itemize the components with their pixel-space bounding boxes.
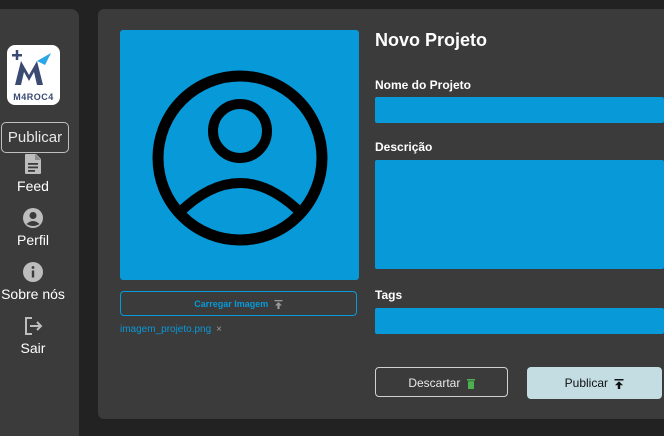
upload-image-label: Carregar Imagem xyxy=(194,299,269,309)
description-textarea[interactable] xyxy=(375,160,664,269)
upload-icon xyxy=(274,300,283,310)
tags-input[interactable] xyxy=(375,308,664,334)
sidebar-item-feed[interactable]: Feed xyxy=(0,153,66,194)
sidebar-item-sobre[interactable]: Sobre nós xyxy=(0,261,66,302)
sidebar-item-label: Sair xyxy=(20,340,46,356)
sidebar-item-label: Perfil xyxy=(17,232,49,248)
sidebar-publish-button[interactable]: Publicar xyxy=(1,122,69,153)
info-icon xyxy=(23,262,43,282)
uploaded-file: imagem_projeto.png × xyxy=(120,324,222,335)
upload-image-button[interactable]: Carregar Imagem xyxy=(120,291,357,316)
file-name-text: imagem_projeto.png xyxy=(120,324,212,335)
discard-label: Descartar xyxy=(408,376,461,390)
logo-text: M4ROC4 xyxy=(13,92,54,102)
trash-icon xyxy=(466,378,475,389)
upload-icon xyxy=(614,378,624,389)
app-logo[interactable]: M4ROC4 xyxy=(7,45,60,105)
sidebar: M4ROC4 Publicar Feed Perfil Sobre nós Sa… xyxy=(0,9,79,436)
sidebar-item-perfil[interactable]: Perfil xyxy=(0,207,66,248)
publish-button[interactable]: Publicar xyxy=(527,367,662,399)
document-icon xyxy=(25,154,41,174)
remove-file-icon[interactable]: × xyxy=(216,324,222,335)
sidebar-item-sair[interactable]: Sair xyxy=(0,315,66,356)
publish-label: Publicar xyxy=(564,376,608,390)
discard-button[interactable]: Descartar xyxy=(375,367,508,397)
user-placeholder-icon xyxy=(152,70,328,246)
project-name-input[interactable] xyxy=(375,97,664,123)
sidebar-item-label: Sobre nós xyxy=(1,286,65,302)
project-image-preview xyxy=(120,30,359,280)
page-title: Novo Projeto xyxy=(375,30,488,50)
sidebar-item-label: Feed xyxy=(17,178,49,194)
tags-label: Tags xyxy=(375,288,403,302)
description-label: Descrição xyxy=(375,140,433,154)
logout-icon xyxy=(25,317,43,335)
logo-mark-icon xyxy=(12,50,51,85)
project-name-label: Nome do Projeto xyxy=(375,78,472,92)
new-project-card: Carregar Imagem imagem_projeto.png × Novo… xyxy=(98,9,664,419)
user-icon xyxy=(23,208,43,228)
